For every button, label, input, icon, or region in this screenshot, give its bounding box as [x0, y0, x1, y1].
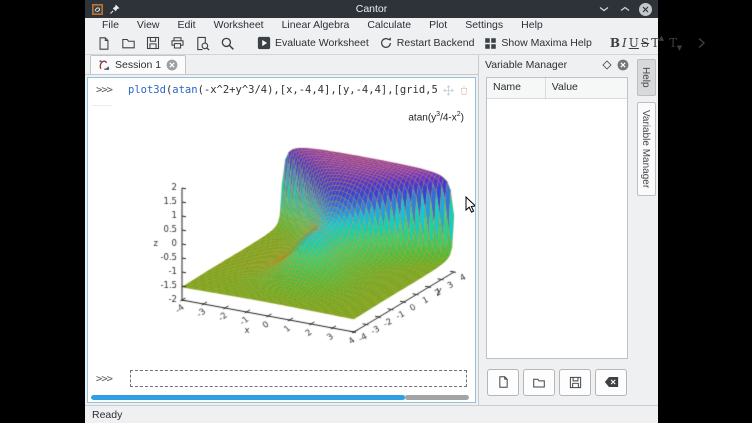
cantor-logo-icon — [98, 59, 110, 71]
command-prompt: >>> — [96, 373, 128, 385]
command-prompt: >>> — [96, 84, 128, 96]
new-document-icon — [497, 375, 510, 389]
horizontal-scrollbar[interactable] — [91, 395, 469, 400]
save-button[interactable] — [142, 34, 164, 52]
toolbar: Evaluate Worksheet Restart Backend Show … — [85, 32, 658, 55]
command-text[interactable]: plot3d(atan(-x^2+y^3/4),[x,-4,4],[y,-4,4… — [128, 84, 437, 96]
cantor-window: Cantor File View Edit Worksheet Lin — [85, 0, 658, 423]
italic-button[interactable]: I — [622, 36, 627, 50]
clear-variables-button[interactable] — [595, 369, 627, 396]
bold-button[interactable]: B — [610, 36, 620, 50]
worksheet[interactable]: >>> plot3d(atan(-x^2+y^3/4),[x,-4,4],[y,… — [87, 77, 476, 403]
load-variables-button[interactable] — [523, 369, 555, 396]
backspace-icon — [604, 376, 619, 388]
toolbar-overflow-button[interactable] — [693, 35, 710, 51]
empty-command-box[interactable] — [130, 370, 467, 387]
subscript-button[interactable]: T▼ — [669, 36, 677, 50]
side-tab-help[interactable]: Help — [637, 59, 656, 96]
evaluate-worksheet-button[interactable]: Evaluate Worksheet — [253, 34, 373, 52]
variable-manager-toolbar — [479, 365, 635, 405]
close-panel-icon[interactable] — [617, 59, 629, 71]
variables-table: Name Value — [486, 77, 628, 359]
menu-item-file[interactable]: File — [93, 18, 128, 32]
arrow-up-icon: ▲ — [659, 34, 664, 42]
restart-icon — [379, 36, 393, 50]
plot3d-surface — [112, 105, 476, 371]
variable-manager-title: Variable Manager — [485, 59, 602, 71]
titlebar[interactable]: Cantor — [85, 0, 658, 18]
print-button[interactable] — [166, 34, 189, 52]
variable-manager-panel: Variable Manager Name Value — [478, 55, 635, 405]
menu-item-edit[interactable]: Edit — [169, 18, 205, 32]
column-header-name[interactable]: Name — [487, 78, 546, 98]
scrollbar-handle[interactable] — [91, 395, 405, 400]
tab-label: Session 1 — [115, 59, 161, 71]
plot-title: atan(y3/4-x2) — [408, 111, 464, 123]
save-variables-button[interactable] — [559, 369, 591, 396]
plot-output: atan(y3/4-x2) — [112, 105, 476, 371]
tab-session-1[interactable]: Session 1 — [90, 55, 186, 74]
restart-backend-button[interactable]: Restart Backend — [375, 34, 479, 52]
find-button[interactable] — [216, 34, 239, 53]
new-worksheet-button[interactable] — [93, 34, 115, 53]
menu-item-linear-algebra[interactable]: Linear Algebra — [273, 18, 359, 32]
menubar: File View Edit Worksheet Linear Algebra … — [85, 18, 658, 32]
menu-item-help[interactable]: Help — [512, 18, 552, 32]
new-variable-button[interactable] — [487, 369, 519, 396]
remove-entry-icon[interactable] — [459, 85, 469, 96]
menu-item-worksheet[interactable]: Worksheet — [205, 18, 273, 32]
underline-button[interactable]: U — [629, 36, 639, 50]
side-tab-strip: Help Variable Manager — [635, 55, 658, 405]
chevron-right-icon — [697, 37, 706, 49]
print-preview-button[interactable] — [191, 34, 214, 53]
menu-item-settings[interactable]: Settings — [456, 18, 512, 32]
menu-item-view[interactable]: View — [128, 18, 169, 32]
save-icon — [569, 376, 582, 389]
worksheet-pane: Session 1 >>> plot3d(atan(-x^2+y^3/4),[x… — [85, 55, 478, 405]
superscript-button[interactable]: T▲ — [651, 36, 659, 50]
folder-icon — [532, 376, 546, 389]
status-text: Ready — [92, 409, 122, 421]
grid-icon — [484, 37, 497, 50]
window-title: Cantor — [85, 3, 658, 15]
new-command-entry[interactable]: >>> — [96, 370, 467, 387]
float-panel-icon[interactable] — [602, 60, 612, 70]
tab-close-icon[interactable] — [166, 59, 178, 71]
side-tab-variable-manager[interactable]: Variable Manager — [637, 102, 656, 196]
menu-item-calculate[interactable]: Calculate — [358, 18, 420, 32]
command-entry[interactable]: >>> plot3d(atan(-x^2+y^3/4),[x,-4,4],[y,… — [96, 84, 469, 96]
variables-table-body[interactable] — [487, 99, 627, 358]
show-maxima-help-button[interactable]: Show Maxima Help — [480, 35, 595, 52]
variable-manager-header: Variable Manager — [479, 55, 635, 75]
menu-item-plot[interactable]: Plot — [420, 18, 456, 32]
arrow-down-icon: ▼ — [677, 44, 682, 52]
tabbar: Session 1 — [85, 55, 478, 75]
open-button[interactable] — [117, 34, 140, 52]
scrollbar-track-end[interactable] — [405, 395, 469, 400]
drag-entry-icon[interactable] — [443, 85, 454, 96]
statusbar: Ready — [85, 405, 658, 423]
strikethrough-button[interactable]: S — [641, 36, 649, 50]
column-header-value[interactable]: Value — [546, 78, 627, 98]
play-icon — [257, 36, 271, 50]
